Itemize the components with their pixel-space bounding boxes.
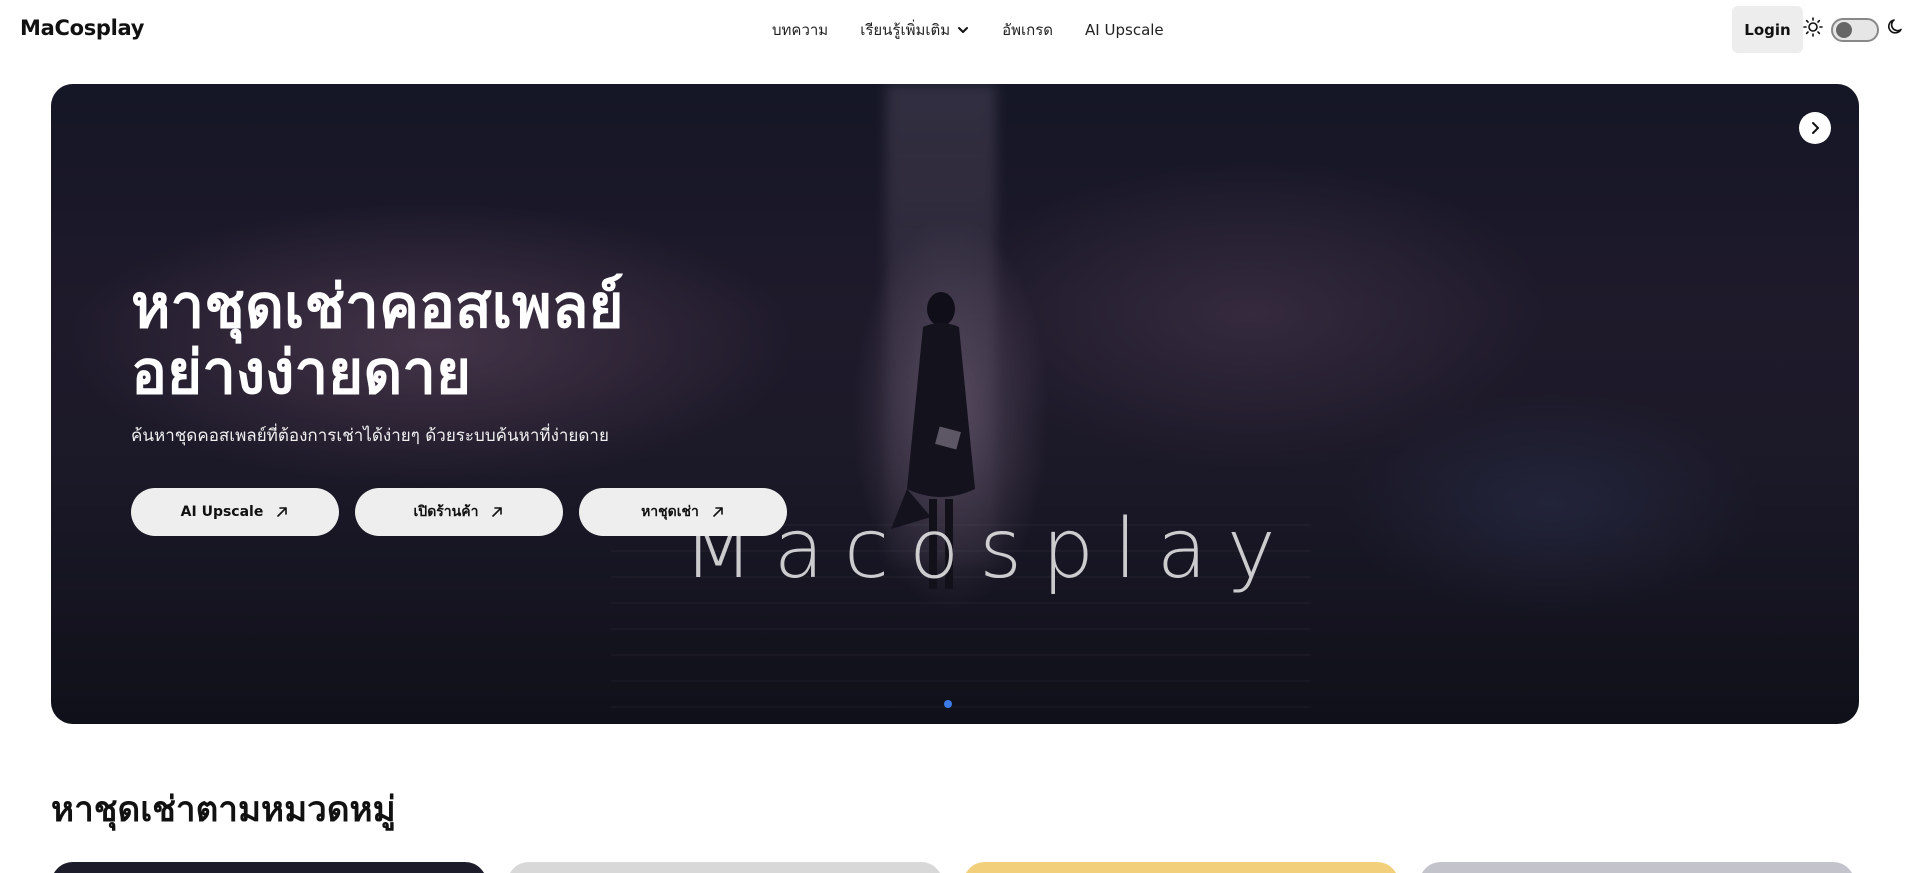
nav-label: บทความ [772, 21, 829, 39]
nav-label: เรียนรู้เพิ่มเติม [860, 21, 951, 39]
site-header: MaCosplay บทความ เรียนรู้เพิ่มเติม อัพเก… [0, 0, 1911, 60]
hero-buttons: AI Upscale เปิดร้านค้า หาชุดเช่า [131, 488, 787, 536]
arrow-up-right-icon [713, 507, 723, 517]
theme-toggle[interactable] [1831, 18, 1879, 42]
category-card[interactable] [1419, 862, 1855, 873]
chevron-right-icon [1812, 122, 1819, 134]
category-cards [51, 862, 1855, 873]
find-rental-button[interactable]: หาชุดเช่า [579, 488, 787, 536]
button-label: AI Upscale [180, 504, 264, 520]
category-card[interactable] [507, 862, 943, 873]
category-card[interactable] [51, 862, 487, 873]
sun-icon [1803, 17, 1823, 37]
nav-item-learn-more[interactable]: เรียนรู้เพิ่มเติม [860, 18, 970, 42]
hero-subtitle: ค้นหาชุดคอสเพลย์ที่ต้องการเช่าได้ง่ายๆ ด… [131, 426, 609, 446]
carousel-dot-active[interactable] [944, 700, 952, 708]
chevron-down-icon [958, 27, 969, 33]
open-shop-button[interactable]: เปิดร้านค้า [355, 488, 563, 536]
main-nav: บทความ เรียนรู้เพิ่มเติม อัพเกรด AI Upsc… [772, 18, 1164, 42]
nav-label: อัพเกรด [1002, 21, 1054, 39]
category-card[interactable] [963, 862, 1399, 873]
button-label: เปิดร้านค้า [413, 504, 479, 520]
arrow-up-right-icon [277, 507, 288, 517]
moon-icon [1888, 19, 1902, 34]
arrow-up-right-icon [492, 507, 503, 517]
nav-label: AI Upscale [1085, 21, 1164, 39]
nav-item-ai-upscale[interactable]: AI Upscale [1085, 21, 1164, 39]
nav-item-articles[interactable]: บทความ [772, 18, 828, 42]
carousel-next-button[interactable] [1799, 112, 1831, 144]
hero-title: หาชุดเช่าคอสเพลย์ อย่างง่ายดาย [131, 274, 624, 406]
categories-title: หาชุดเช่าตามหมวดหมู่ [51, 790, 396, 830]
hero-carousel: หาชุดเช่าคอสเพลย์ อย่างง่ายดาย ค้นหาชุดค… [51, 84, 1859, 724]
brand-logo[interactable]: MaCosplay [20, 16, 144, 40]
ai-upscale-button[interactable]: AI Upscale [131, 488, 339, 536]
login-button[interactable]: Login [1732, 6, 1803, 53]
hero-title-line: หาชุดเช่าคอสเพลย์ [131, 272, 624, 342]
toggle-knob [1836, 22, 1852, 38]
button-label: หาชุดเช่า [641, 504, 699, 520]
hero-title-line: อย่างง่ายดาย [131, 338, 472, 408]
nav-item-upgrade[interactable]: อัพเกรด [1002, 18, 1053, 42]
